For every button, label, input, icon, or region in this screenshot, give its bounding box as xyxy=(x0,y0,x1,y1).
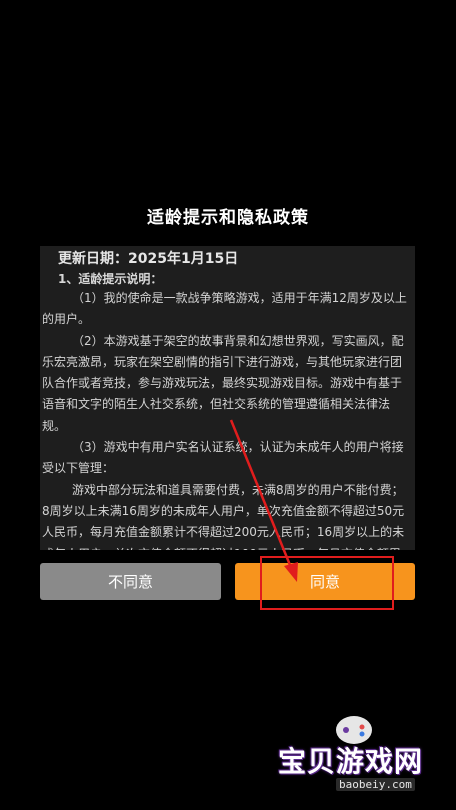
watermark-text: 宝贝游戏网 xyxy=(278,745,424,778)
screen: 适龄提示和隐私政策 更新日期：2025年1月15日 1、适龄提示说明： （1）我… xyxy=(0,0,456,810)
watermark: 宝贝游戏网 baobeiy.com xyxy=(270,712,450,791)
annotation-arrow xyxy=(229,419,298,582)
watermark-url: baobeiy.com xyxy=(336,778,415,791)
